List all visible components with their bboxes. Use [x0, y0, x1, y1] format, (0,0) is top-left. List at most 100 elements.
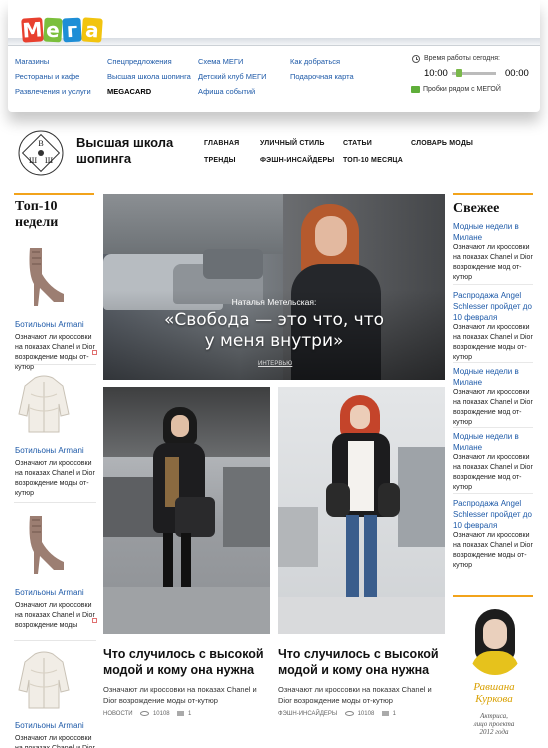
fresh-item[interactable]: Распродажа Angel Schlesser пройдет до 10…	[453, 498, 535, 571]
fresh-item-title[interactable]: Распродажа Angel Schlesser пройдет до 10…	[453, 290, 535, 323]
photo-crowd	[223, 467, 270, 547]
nav-link-directions[interactable]: Как добраться	[290, 54, 354, 69]
nav-link-entertainment[interactable]: Развлечения и услуги	[15, 84, 91, 99]
celebrity-accent-line	[453, 595, 533, 597]
article-title-line2: модой и кому она нужна	[278, 663, 430, 677]
hero-quote-line2: у меня внутри»	[204, 331, 344, 351]
comment-icon	[381, 711, 389, 716]
nav-link-gift-card[interactable]: Подарочная карта	[290, 69, 354, 84]
divider	[14, 640, 96, 641]
article-title[interactable]: Что случилось с высокой модой и кому она…	[103, 646, 273, 678]
product-image-boots[interactable]	[20, 244, 70, 308]
menu-item-street-style[interactable]: УЛИЧНЫЙ СТИЛЬ	[260, 140, 325, 147]
article-title-line1: Что случилось с высокой	[103, 647, 264, 661]
fresh-accent-line	[453, 193, 533, 195]
article-title[interactable]: Что случилось с высокой модой и кому она…	[278, 646, 448, 678]
top10-title-line2: недели	[15, 215, 59, 230]
photo-backdrop	[398, 447, 445, 547]
fresh-item-title[interactable]: Модные недели в Милане	[453, 366, 535, 388]
celebrity-photo[interactable]	[467, 605, 523, 675]
menu-item-top10[interactable]: ТОП-10 МЕСЯЦА	[343, 157, 403, 164]
fresh-item-desc: Означают ли кроссовки на показах Chanel …	[453, 324, 533, 361]
menu-top10[interactable]: ТОП-10 МЕСЯЦА	[343, 157, 403, 164]
article-desc: Означают ли кроссовки на показах Chanel …	[278, 685, 432, 705]
more-marker-icon	[92, 350, 97, 355]
divider	[453, 362, 533, 363]
hero-face	[315, 216, 347, 256]
top10-accent-line	[14, 193, 94, 195]
article-photo[interactable]	[278, 387, 445, 634]
nav-link-offers[interactable]: Спецпредложения	[107, 54, 191, 69]
nav-link-events[interactable]: Афиша событий	[198, 84, 267, 99]
article-meta: ФЭШН-ИНСАЙДЕРЫ 10108 1	[278, 711, 396, 717]
comment-icon	[177, 711, 185, 716]
celebrity-name[interactable]: Равшана Куркова	[453, 681, 535, 705]
hours-slider-knob[interactable]	[456, 69, 462, 77]
more-marker-icon	[92, 618, 97, 623]
school-title[interactable]: Высшая школа шопинга	[76, 135, 173, 167]
hero-person-name: Наталья Метельская:	[231, 297, 317, 307]
nav-link-map[interactable]: Схема МЕГИ	[198, 54, 267, 69]
menu-item-insiders[interactable]: ФЭШН-ИНСАЙДЕРЫ	[260, 157, 334, 164]
menu-item-dictionary[interactable]: СЛОВАРЬ МОДЫ	[411, 140, 473, 147]
product-name[interactable]: Ботильоны Armani	[15, 446, 84, 455]
article-comments: 1	[187, 711, 192, 718]
menu-item-trends[interactable]: ТРЕНДЫ	[204, 157, 236, 164]
school-emblem-icon[interactable]: В Ш Ш	[16, 128, 66, 178]
nav-link-kids-club[interactable]: Детский клуб МЕГИ	[198, 69, 267, 84]
article-category[interactable]: НОВОСТИ	[103, 711, 133, 717]
hero-quote-line1: «Свобода — это что, что	[163, 310, 385, 330]
celebrity-role-line2: лицо проекта	[473, 720, 515, 728]
celebrity-role: Актриса, лицо проекта 2012 года	[453, 712, 535, 736]
product-desc: Означают ли кроссовки на показах Chanel …	[15, 334, 95, 371]
clock-icon	[412, 55, 420, 63]
hero-banner[interactable]: Наталья Метельская: «Свобода — это что, …	[103, 194, 445, 380]
svg-text:В: В	[38, 139, 43, 148]
traffic-link[interactable]: Пробки рядом с МЕГОЙ	[423, 86, 501, 93]
product-image-jacket[interactable]	[17, 650, 71, 710]
nav-link-megacard[interactable]: MEGACARD	[107, 84, 191, 99]
menu-trends[interactable]: ТРЕНДЫ	[204, 157, 236, 164]
photo-ground	[103, 587, 270, 634]
fresh-item[interactable]: Модные недели в Милане Означают ли кросс…	[453, 366, 535, 428]
photo-jeans	[364, 515, 377, 605]
fresh-item[interactable]: Модные недели в Милане Означают ли кросс…	[453, 221, 535, 283]
menu-item-articles[interactable]: СТАТЬИ	[343, 140, 372, 147]
product-name[interactable]: Ботильоны Armani	[15, 320, 84, 329]
article-desc: Означают ли кроссовки на показах Chanel …	[103, 685, 257, 705]
nav-column-1: Магазины Рестораны и кафе Развлечения и …	[15, 54, 91, 99]
page: Мега Магазины Рестораны и кафе Развлечен…	[0, 0, 548, 748]
menu-articles[interactable]: СТАТЬИ	[343, 140, 372, 147]
fresh-item-title[interactable]: Модные недели в Милане	[453, 431, 535, 453]
product-image-jacket[interactable]	[17, 374, 71, 434]
svg-text:Ш: Ш	[29, 156, 37, 165]
celebrity-role-line3: 2012 года	[479, 728, 509, 736]
fresh-item-title[interactable]: Модные недели в Милане	[453, 221, 535, 243]
nav-link-shops[interactable]: Магазины	[15, 54, 91, 69]
school-title-line1: Высшая школа	[76, 135, 174, 150]
article-category[interactable]: ФЭШН-ИНСАЙДЕРЫ	[278, 711, 337, 717]
product-name[interactable]: Ботильоны Armani	[15, 721, 84, 730]
fresh-item[interactable]: Распродажа Angel Schlesser пройдет до 10…	[453, 290, 535, 363]
article-photo[interactable]	[103, 387, 270, 634]
product-name[interactable]: Ботильоны Armani	[15, 588, 84, 597]
hero-tag[interactable]: ИНТЕРВЬЮ	[258, 361, 292, 367]
nav-link-shopping-school[interactable]: Высшая школа шопинга	[107, 69, 191, 84]
school-title-line2: шопинга	[76, 151, 132, 166]
logo-letter: М	[21, 17, 44, 43]
article-meta: НОВОСТИ 10108 1	[103, 711, 191, 717]
photo-backdrop	[278, 507, 318, 567]
menu-insiders[interactable]: ФЭШН-ИНСАЙДЕРЫ	[260, 157, 334, 164]
celebrity-role-line1: Актриса,	[480, 712, 508, 720]
eye-icon	[344, 711, 354, 716]
fresh-item-title[interactable]: Распродажа Angel Schlesser пройдет до 10…	[453, 498, 535, 531]
product-image-boots[interactable]	[20, 512, 70, 576]
menu-dictionary[interactable]: СЛОВАРЬ МОДЫ	[411, 140, 473, 147]
product-desc: Означают ли кроссовки на показах Chanel …	[15, 602, 95, 629]
mega-logo[interactable]: Мега	[21, 17, 104, 44]
fresh-item[interactable]: Модные недели в Милане Означают ли кросс…	[453, 431, 535, 493]
menu-item-home[interactable]: ГЛАВНАЯ	[204, 140, 239, 147]
nav-link-restaurants[interactable]: Рестораны и кафе	[15, 69, 91, 84]
menu-street-style[interactable]: УЛИЧНЫЙ СТИЛЬ	[260, 140, 325, 147]
menu-home[interactable]: ГЛАВНАЯ	[204, 140, 239, 147]
